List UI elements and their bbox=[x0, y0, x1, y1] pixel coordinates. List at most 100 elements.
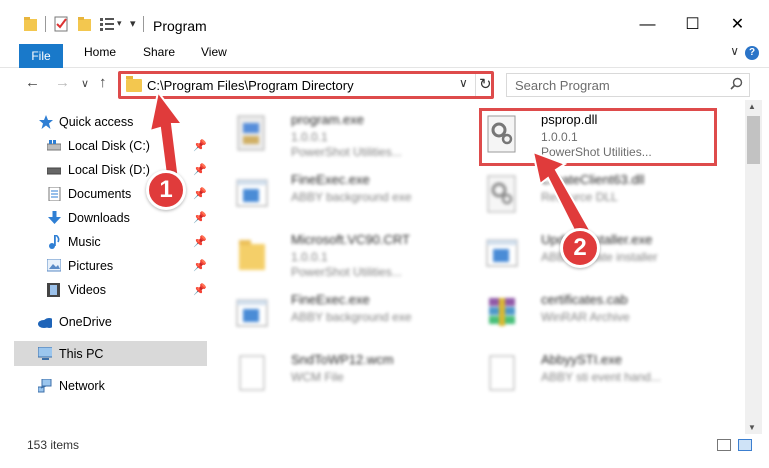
scroll-up-icon[interactable]: ▲ bbox=[748, 102, 756, 111]
pin-icon[interactable]: 📌 bbox=[193, 235, 207, 248]
sidebar-item-onedrive[interactable]: OneDrive bbox=[0, 310, 207, 334]
music-icon bbox=[49, 235, 60, 249]
sidebar-item-pictures[interactable]: Pictures 📌 bbox=[0, 254, 207, 278]
pin-icon[interactable]: 📌 bbox=[193, 259, 207, 272]
file-name: Microsoft.VC90.CRT bbox=[291, 232, 410, 247]
tab-view[interactable]: View bbox=[201, 45, 227, 59]
sidebar-item-label: Network bbox=[59, 379, 105, 393]
folder-icon bbox=[24, 17, 37, 31]
sidebar-item-label: Documents bbox=[68, 187, 132, 201]
large-icons-view-icon[interactable] bbox=[738, 439, 752, 451]
pin-icon[interactable]: 📌 bbox=[193, 163, 207, 176]
file-item[interactable]: AbbyySTI.exe ABBY sti event hand... bbox=[465, 344, 715, 404]
address-path[interactable]: C:\Program Files\Program Directory bbox=[147, 78, 354, 93]
title-bar: ▾ ▾ Program — ☐ ✕ bbox=[0, 0, 769, 40]
file-description: PowerShot Utilities... bbox=[291, 145, 402, 159]
computer-icon bbox=[38, 347, 52, 360]
minimize-button[interactable]: — bbox=[625, 10, 670, 40]
file-description: WCM File bbox=[291, 370, 344, 384]
tab-share[interactable]: Share bbox=[143, 45, 175, 59]
tab-home[interactable]: Home bbox=[84, 45, 116, 59]
sidebar-item-downloads[interactable]: Downloads 📌 bbox=[0, 206, 207, 230]
file-description: ABBY background exe bbox=[291, 310, 412, 324]
archive-icon bbox=[489, 298, 515, 326]
pin-icon[interactable]: 📌 bbox=[193, 211, 207, 224]
pin-icon[interactable]: 📌 bbox=[193, 283, 207, 296]
network-icon bbox=[38, 379, 52, 393]
navigation-bar: ← → ∨ ↑ C:\Program Files\Program Directo… bbox=[0, 68, 769, 100]
search-box[interactable]: Search Program bbox=[506, 73, 750, 97]
sidebar-item-label: This PC bbox=[59, 347, 104, 361]
maximize-button[interactable]: ☐ bbox=[670, 10, 715, 40]
application-window-icon bbox=[236, 179, 268, 207]
file-version: 1.0.0.1 bbox=[291, 250, 328, 264]
sidebar-item-local-disk-c[interactable]: Local Disk (C:) 📌 bbox=[0, 134, 207, 158]
forward-button[interactable]: → bbox=[55, 74, 70, 91]
dll-gear-icon bbox=[487, 175, 516, 213]
search-icon[interactable] bbox=[730, 77, 743, 90]
file-version: 1.0.0.1 bbox=[291, 130, 328, 144]
back-button[interactable]: ← bbox=[25, 74, 40, 91]
file-item[interactable]: CreateClient63.dll Resource DLL bbox=[465, 164, 715, 224]
file-item[interactable]: FineExec.exe ABBY background exe bbox=[215, 164, 465, 224]
navigation-pane: Quick access Local Disk (C:) 📌 Local Dis… bbox=[0, 104, 210, 434]
quick-access-dropdown-icon[interactable]: ▾ bbox=[117, 18, 122, 29]
sidebar-item-network[interactable]: Network bbox=[0, 374, 207, 398]
file-name: SndToWP12.wcm bbox=[291, 352, 394, 367]
file-item[interactable]: SndToWP12.wcm WCM File bbox=[215, 344, 465, 404]
pin-icon[interactable]: 📌 bbox=[193, 187, 207, 200]
file-item[interactable]: Microsoft.VC90.CRT 1.0.0.1 PowerShot Uti… bbox=[215, 224, 465, 284]
file-name: FineExec.exe bbox=[291, 172, 370, 187]
window-title: Program bbox=[153, 18, 207, 34]
customize-toolbar-icon[interactable]: ▾ bbox=[130, 17, 136, 30]
sidebar-item-label: Music bbox=[68, 235, 101, 249]
ribbon-tabs: File Home Share View ∨ ? bbox=[0, 40, 769, 68]
star-icon bbox=[39, 115, 53, 129]
properties-icon[interactable] bbox=[54, 16, 69, 32]
up-button[interactable]: ↑ bbox=[99, 74, 107, 91]
sidebar-item-this-pc[interactable]: This PC bbox=[14, 341, 207, 366]
file-item[interactable]: FineExec.exe ABBY background exe bbox=[215, 284, 465, 344]
folder-icon bbox=[126, 76, 142, 92]
new-folder-icon[interactable] bbox=[78, 16, 92, 32]
sidebar-item-videos[interactable]: Videos 📌 bbox=[0, 278, 207, 302]
item-count: 153 items bbox=[27, 438, 80, 452]
file-description: ABBY background exe bbox=[291, 190, 412, 204]
sidebar-item-label: Quick access bbox=[59, 115, 134, 129]
application-window-icon bbox=[486, 239, 518, 267]
file-name: AbbyySTI.exe bbox=[541, 352, 622, 367]
file-name: program.exe bbox=[291, 112, 364, 127]
sidebar-item-label: Local Disk (C:) bbox=[68, 139, 150, 153]
status-bar: 153 items bbox=[0, 434, 769, 468]
recent-locations-button[interactable]: ∨ bbox=[81, 77, 89, 90]
close-button[interactable]: ✕ bbox=[715, 10, 760, 40]
folder-icon bbox=[239, 240, 265, 270]
vertical-scrollbar[interactable]: ▲ ▼ bbox=[745, 100, 762, 434]
file-name: CreateClient63.dll bbox=[541, 172, 645, 187]
expand-ribbon-icon[interactable]: ∨ bbox=[730, 44, 739, 58]
sidebar-item-label: OneDrive bbox=[59, 315, 112, 329]
documents-icon bbox=[48, 187, 61, 201]
scroll-down-icon[interactable]: ▼ bbox=[748, 423, 756, 432]
sidebar-item-label: Pictures bbox=[68, 259, 114, 273]
pictures-icon bbox=[47, 259, 61, 272]
sidebar-item-quick-access[interactable]: Quick access bbox=[0, 110, 207, 134]
refresh-icon[interactable]: ↻ bbox=[479, 75, 492, 93]
tab-file[interactable]: File bbox=[19, 44, 63, 68]
help-icon[interactable]: ? bbox=[745, 46, 759, 60]
sidebar-item-label: Videos bbox=[68, 283, 106, 297]
divider bbox=[45, 16, 46, 32]
view-options-icon[interactable] bbox=[100, 17, 114, 31]
search-input[interactable]: Search Program bbox=[515, 78, 610, 93]
scrollbar-thumb[interactable] bbox=[747, 116, 760, 164]
details-view-icon[interactable] bbox=[717, 439, 731, 451]
selected-file-highlight bbox=[479, 108, 717, 166]
file-description: Resource DLL bbox=[541, 190, 618, 204]
address-bar[interactable]: C:\Program Files\Program Directory ∨ ↻ bbox=[118, 71, 494, 99]
pin-icon[interactable]: 📌 bbox=[193, 139, 207, 152]
file-item[interactable]: certificates.cab WinRAR Archive bbox=[465, 284, 715, 344]
sidebar-item-music[interactable]: Music 📌 bbox=[0, 230, 207, 254]
address-dropdown-icon[interactable]: ∨ bbox=[459, 76, 468, 90]
file-description: WinRAR Archive bbox=[541, 310, 630, 324]
file-item[interactable]: program.exe 1.0.0.1 PowerShot Utilities.… bbox=[215, 104, 465, 164]
